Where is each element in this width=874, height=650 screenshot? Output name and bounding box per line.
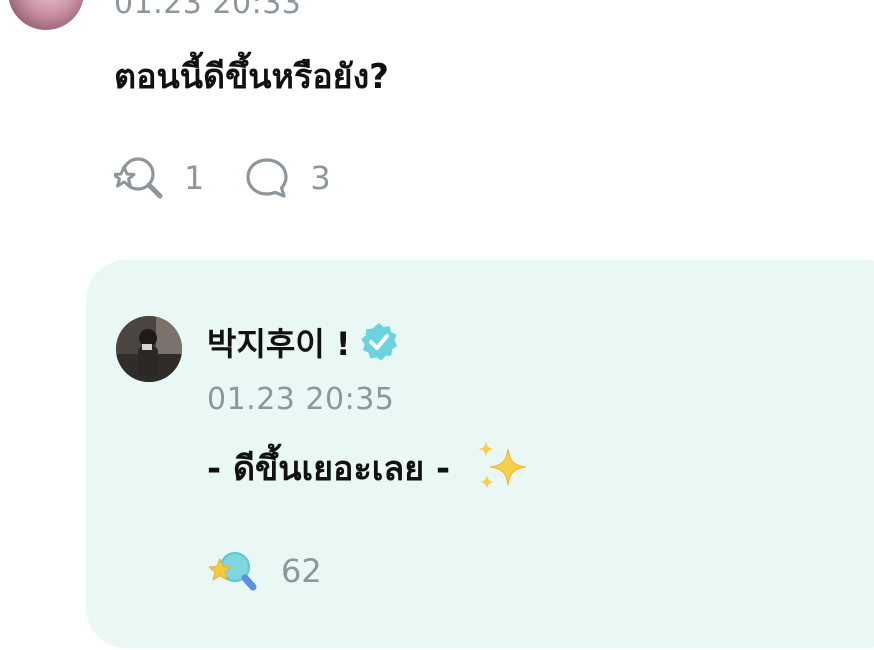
reply-like-button[interactable]: 62 — [207, 546, 322, 596]
like-button[interactable]: 1 — [114, 155, 204, 201]
comment-thread: 01.23 20:33 ตอนนี้ดีขึ้นหรือยัง? 1 3 박지후… — [0, 0, 874, 650]
author-name[interactable]: 박지후이 ! — [207, 319, 351, 365]
comment-text: ตอนนี้ดีขึ้นหรือยัง? — [114, 57, 389, 97]
avatar-photo — [116, 316, 182, 382]
comment-timestamp: 01.23 20:33 — [114, 0, 302, 21]
avatar[interactable] — [8, 0, 84, 30]
reply-body: - ดีขึ้นเยอะเลย - — [207, 438, 530, 498]
reply-count: 3 — [310, 159, 331, 197]
speech-bubble-icon — [246, 158, 288, 198]
reply-like-count: 62 — [281, 552, 322, 590]
comment-actions: 1 3 — [114, 154, 371, 202]
reply-text: - ดีขึ้นเยอะเลย - — [207, 449, 451, 489]
star-magnifier-outline-icon — [114, 157, 163, 199]
reply-button[interactable]: 3 — [244, 156, 331, 200]
sparkles-icon — [478, 441, 527, 489]
star-magnifier-filled-icon — [208, 552, 257, 591]
verified-badge-icon — [360, 323, 397, 361]
avatar[interactable] — [116, 316, 182, 382]
reply-header: 박지후이 ! — [207, 318, 401, 366]
like-count: 1 — [184, 159, 205, 197]
reply-timestamp: 01.23 20:35 — [207, 382, 395, 417]
